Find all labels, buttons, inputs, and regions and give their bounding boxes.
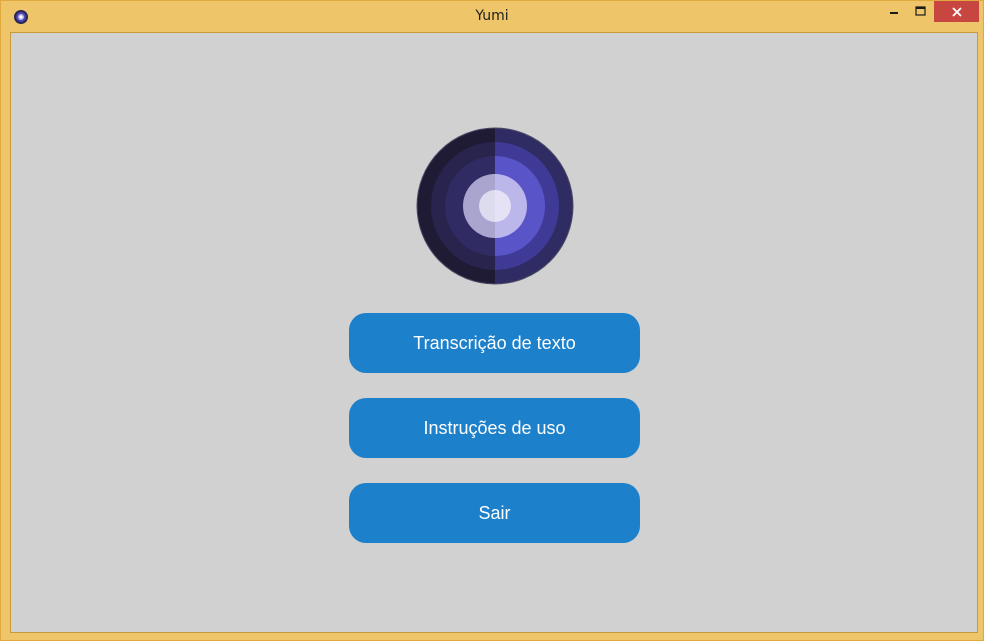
yumi-logo-icon (416, 127, 574, 285)
maximize-button[interactable] (907, 1, 934, 21)
main-content: Transcrição de texto Instruções de uso S… (10, 32, 978, 633)
transcription-button-label: Transcrição de texto (413, 332, 576, 353)
window-title: Yumi (475, 8, 509, 24)
close-button[interactable] (934, 1, 979, 22)
instructions-button[interactable]: Instruções de uso (349, 398, 640, 458)
minimize-button[interactable] (881, 1, 907, 21)
app-window: Yumi Transcrição de texto Instruções de … (0, 0, 984, 641)
title-bar[interactable]: Yumi (1, 1, 983, 31)
close-icon (951, 6, 962, 17)
exit-button[interactable]: Sair (349, 483, 640, 543)
maximize-icon (915, 6, 926, 16)
instructions-button-label: Instruções de uso (423, 417, 566, 438)
exit-button-label: Sair (478, 502, 511, 523)
transcription-button[interactable]: Transcrição de texto (349, 313, 640, 373)
minimize-icon (890, 12, 898, 14)
